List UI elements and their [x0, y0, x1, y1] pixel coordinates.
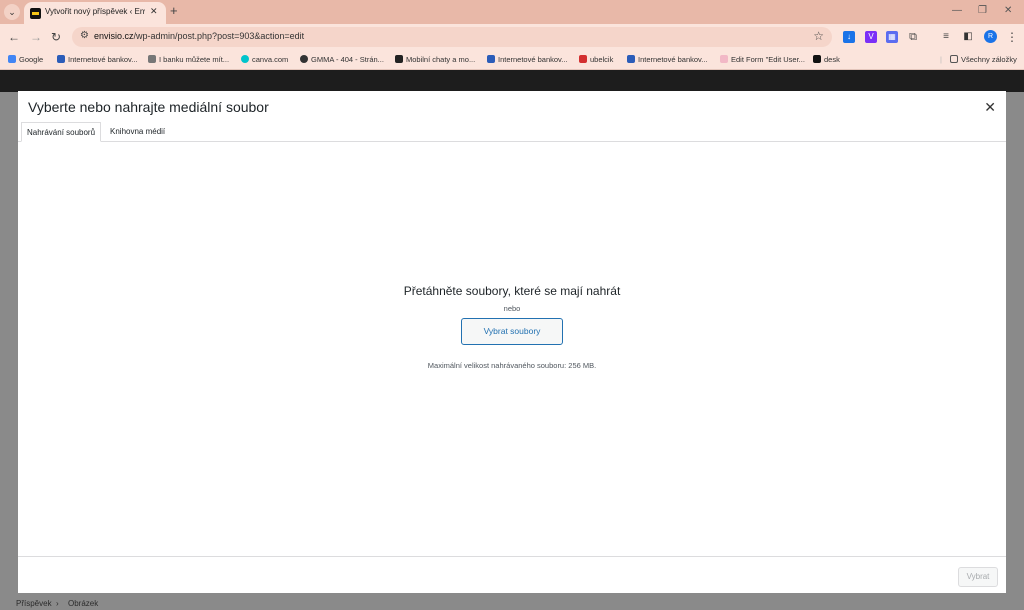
extension-grid-icon[interactable]: ▦: [886, 31, 898, 43]
site-info-icon[interactable]: ⚙: [80, 30, 89, 41]
reload-icon[interactable]: ↻: [51, 30, 61, 44]
all-bookmarks[interactable]: Všechny záložky: [950, 55, 1017, 64]
download-ext-icon[interactable]: ↓: [843, 31, 855, 43]
bookmark-star-icon[interactable]: ☆: [813, 29, 824, 43]
tab-title: Vytvořit nový příspěvek ‹ Envisi: [45, 7, 145, 16]
desk-icon: [813, 55, 821, 63]
max-upload-size-note: Maximální velikost nahrávaného souboru: …: [427, 361, 597, 370]
or-label: nebo: [503, 304, 521, 313]
bank-icon: [57, 55, 65, 63]
breadcrumb-separator: ›: [56, 599, 59, 608]
browser-menu-icon[interactable]: ⋮: [1006, 30, 1018, 44]
bank-icon: [627, 55, 635, 63]
extension-v-icon[interactable]: V: [865, 31, 877, 43]
tab-media-library[interactable]: Knihovna médií: [105, 122, 170, 142]
tab-close-icon[interactable]: ✕: [150, 6, 158, 17]
bookmark-item[interactable]: Internetové bankov...: [627, 55, 708, 64]
new-tab-icon[interactable]: +: [170, 4, 178, 18]
bookmark-item[interactable]: ubelcik: [579, 55, 613, 64]
browser-tab-strip: ⌄ Vytvořit nový příspěvek ‹ Envisi ✕ + —…: [0, 0, 1024, 24]
modal-tabs: Nahrávání souborů Knihovna médií: [18, 122, 1006, 142]
address-bar[interactable]: ⚙ envisio.cz/wp-admin/post.php?post=903&…: [72, 27, 832, 47]
select-files-button[interactable]: Vybrat soubory: [461, 318, 563, 345]
bookmark-item[interactable]: Internetové bankov...: [487, 55, 568, 64]
tab-upload-files[interactable]: Nahrávání souborů: [21, 122, 102, 142]
link-icon: [148, 55, 156, 63]
profile-avatar[interactable]: R: [984, 30, 997, 43]
browser-toolbar: ← → ↻ ⚙ envisio.cz/wp-admin/post.php?pos…: [0, 24, 1024, 50]
close-window-icon[interactable]: ✕: [1004, 5, 1012, 16]
side-panel-icon[interactable]: ◧: [962, 31, 974, 43]
bookmark-item[interactable]: desk: [813, 55, 840, 64]
google-icon: [8, 55, 16, 63]
form-icon: [720, 55, 728, 63]
media-modal: Vyberte nebo nahrajte mediální soubor ✕ …: [18, 91, 1006, 593]
drop-files-heading: Přetáhněte soubory, které se mají nahrát: [403, 284, 621, 298]
site-favicon-icon: [30, 8, 41, 19]
reading-list-icon[interactable]: ≡: [940, 31, 952, 43]
close-icon[interactable]: ✕: [984, 99, 996, 116]
canva-icon: [241, 55, 249, 63]
extensions-puzzle-icon[interactable]: ⧉: [907, 31, 919, 43]
url-text: envisio.cz/wp-admin/post.php?post=903&ac…: [94, 31, 305, 41]
bird-icon: [579, 55, 587, 63]
bookmark-item[interactable]: Mobilní chaty a mo...: [395, 55, 475, 64]
tab-search-icon[interactable]: ⌄: [4, 4, 20, 20]
breadcrumb-item[interactable]: Příspěvek: [16, 599, 52, 608]
bank-icon: [487, 55, 495, 63]
chat-icon: [395, 55, 403, 63]
restore-icon[interactable]: ❐: [978, 5, 987, 16]
back-icon[interactable]: ←: [8, 30, 20, 44]
editor-toolbar-dimmed: [0, 70, 1024, 92]
modal-title: Vyberte nebo nahrajte mediální soubor: [28, 99, 269, 115]
folder-icon: [950, 55, 958, 63]
breadcrumb-item[interactable]: Obrázek: [68, 599, 98, 608]
bookmark-item[interactable]: Google: [8, 55, 43, 64]
browser-tab[interactable]: Vytvořit nový příspěvek ‹ Envisi ✕: [24, 2, 166, 24]
choose-button[interactable]: Vybrat: [958, 567, 998, 587]
forward-icon[interactable]: →: [30, 30, 42, 44]
upload-drop-zone[interactable]: Přetáhněte soubory, které se mají nahrát…: [18, 142, 1006, 556]
bookmarks-bar: Google Internetové bankov... I banku můž…: [0, 50, 1024, 70]
bookmark-item[interactable]: GMMA - 404 - Strán...: [300, 55, 384, 64]
bookmark-item[interactable]: Internetové bankov...: [57, 55, 138, 64]
bookmark-item[interactable]: canva.com: [241, 55, 288, 64]
globe-icon: [300, 55, 308, 63]
bookmark-item[interactable]: Edit Form "Edit User...: [720, 55, 805, 64]
bookmarks-divider: |: [940, 55, 942, 64]
editor-footer-dimmed: [0, 594, 1024, 610]
minimize-icon[interactable]: —: [952, 5, 962, 16]
bookmark-item[interactable]: I banku můžete mít...: [148, 55, 229, 64]
modal-footer: Vybrat: [18, 556, 1006, 593]
